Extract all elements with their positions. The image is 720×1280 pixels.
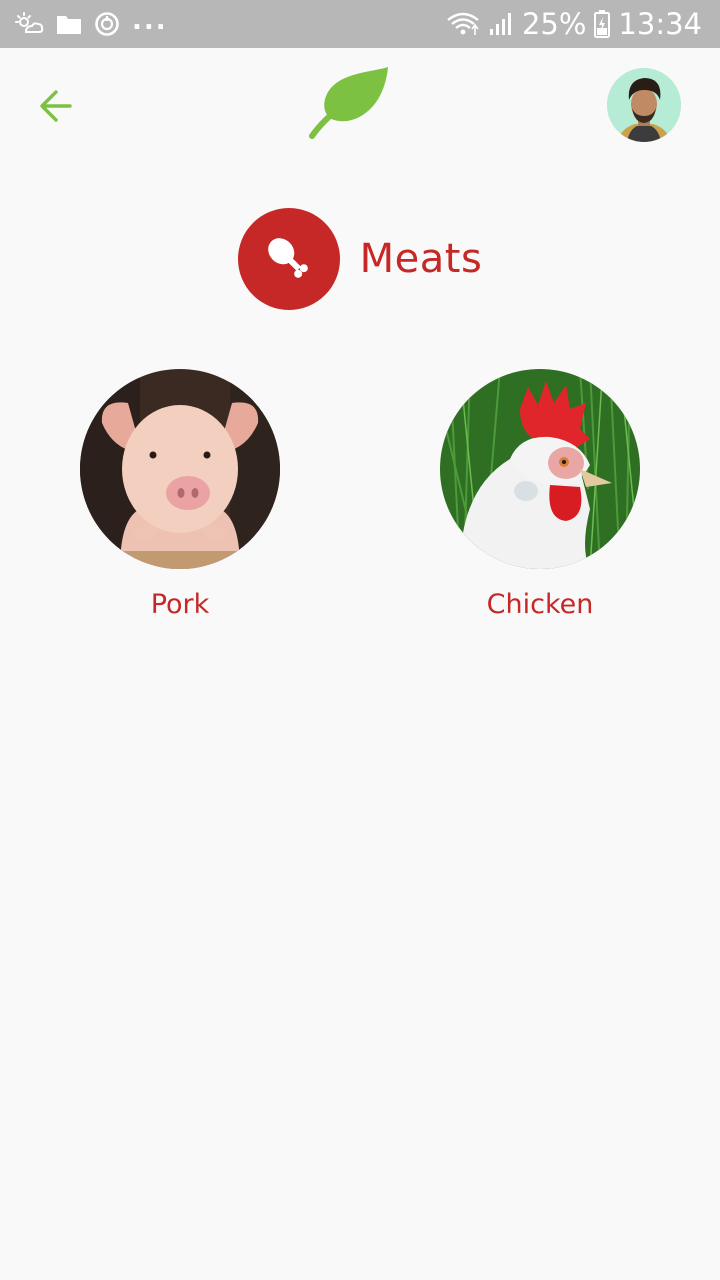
item-label-chicken: Chicken <box>486 589 594 620</box>
item-chicken[interactable]: Chicken <box>440 369 640 629</box>
app-bar <box>0 48 720 160</box>
status-right: 25% 13:34 <box>446 7 702 41</box>
status-overflow-dots: ... <box>132 6 168 36</box>
item-pork[interactable]: Pork <box>80 369 280 629</box>
back-button[interactable] <box>28 78 84 134</box>
item-label-pork: Pork <box>150 589 210 620</box>
drumstick-icon <box>267 238 308 278</box>
weather-icon <box>14 11 44 37</box>
category-title: Meats <box>359 236 483 282</box>
avatar[interactable] <box>607 68 681 142</box>
signal-icon <box>488 11 514 37</box>
status-left: ... <box>14 6 168 37</box>
status-time: 13:34 <box>618 7 702 41</box>
wifi-icon <box>446 11 480 37</box>
sync-icon <box>94 11 120 37</box>
leaf-logo-icon <box>304 62 396 142</box>
folder-icon <box>56 13 82 35</box>
pork-image <box>80 369 280 569</box>
category-header: Meats <box>0 207 720 311</box>
category-icon-badge <box>237 208 340 310</box>
chicken-image <box>440 369 640 569</box>
status-bar: ... 25% 13:34 <box>0 0 720 48</box>
back-arrow-icon <box>40 90 72 122</box>
battery-icon <box>594 10 611 38</box>
battery-percent: 25% <box>521 7 587 41</box>
